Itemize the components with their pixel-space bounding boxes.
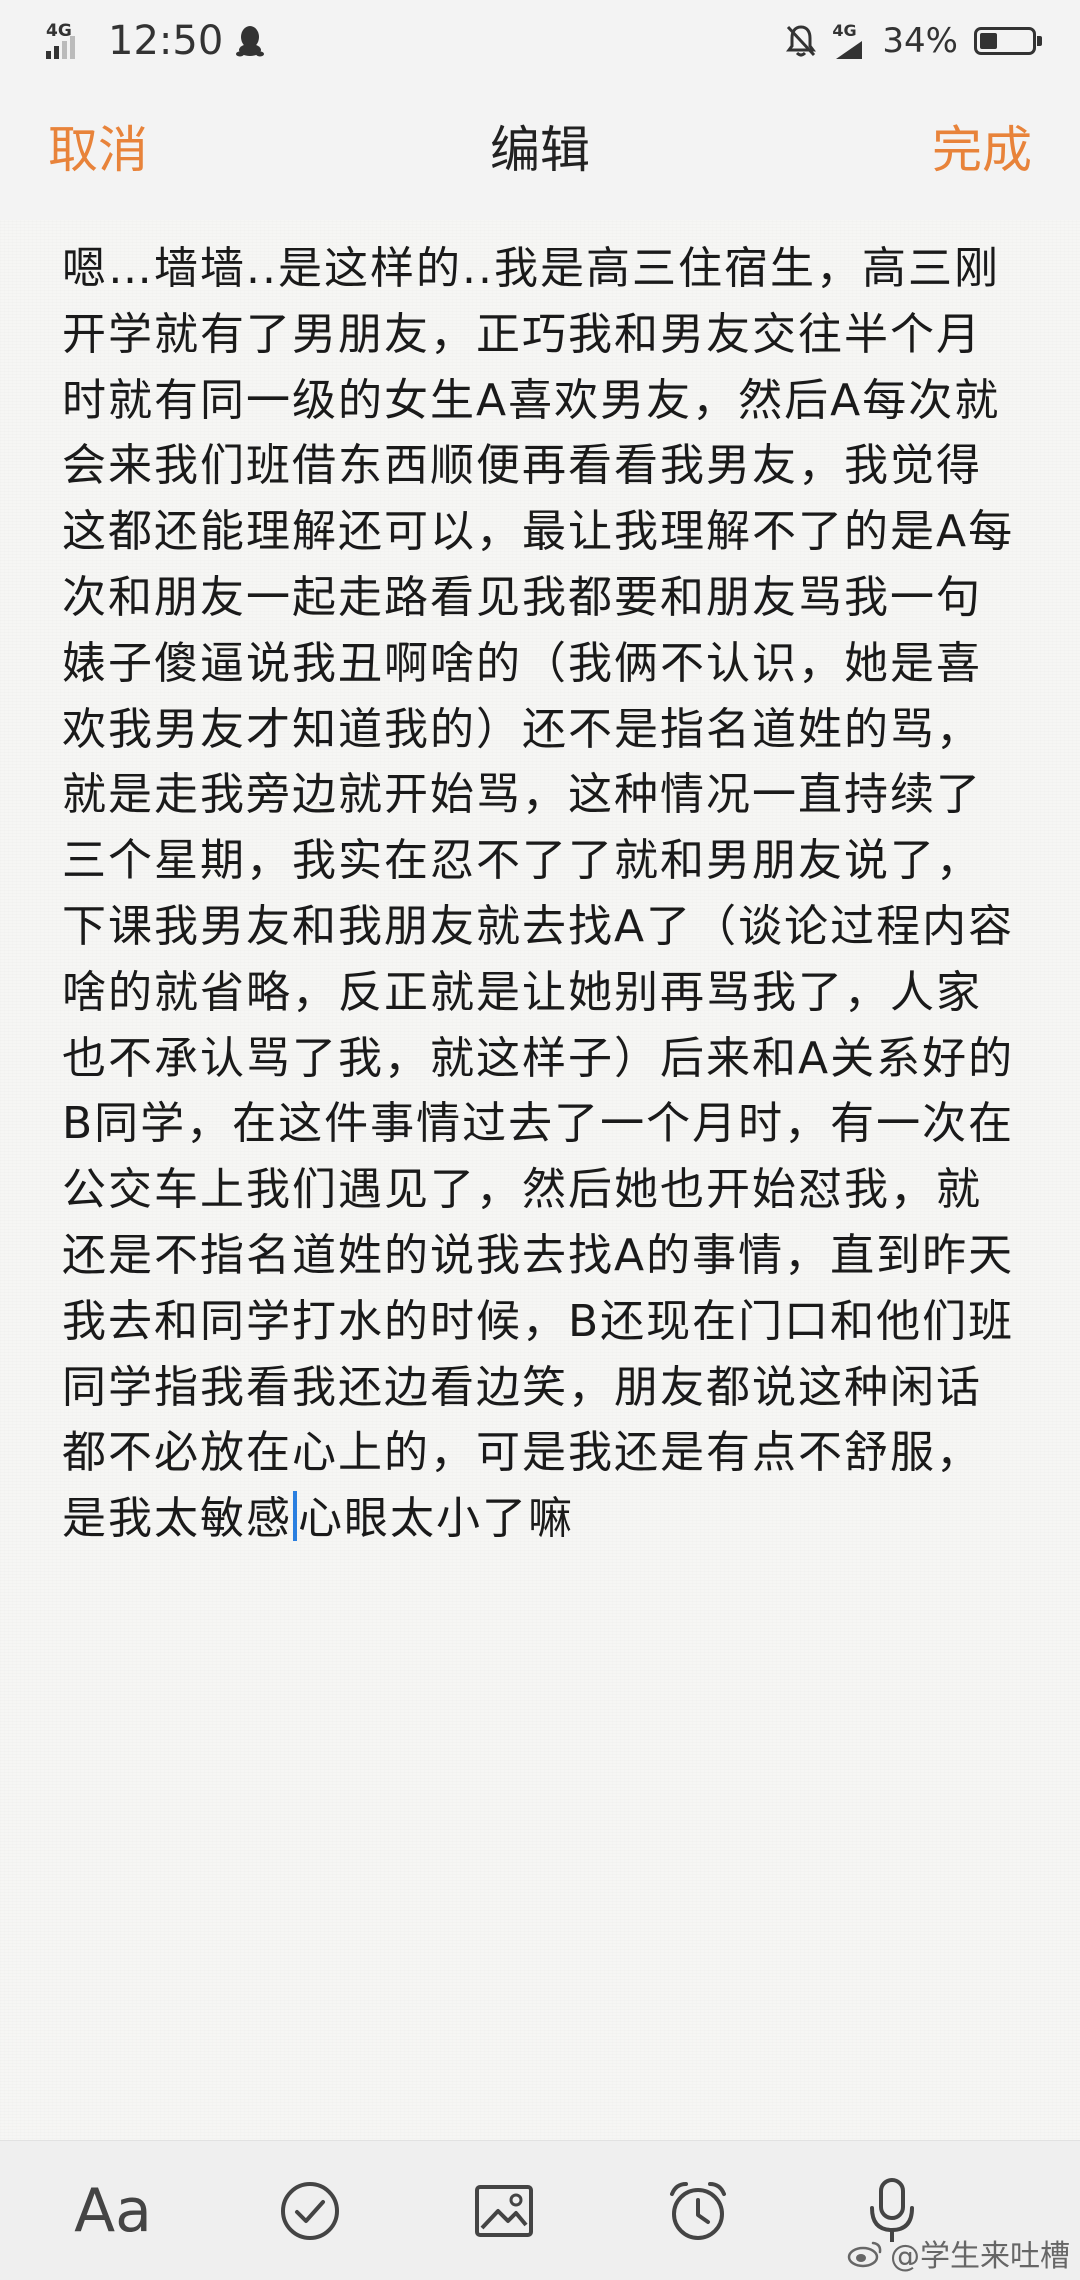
format-text-icon[interactable]: Aa xyxy=(73,2171,153,2251)
signal-icon xyxy=(836,41,863,59)
note-text-after-cursor: 心眼太小了嘛 xyxy=(298,1493,574,1545)
network-type-label: 4G xyxy=(832,21,857,40)
weibo-logo-icon xyxy=(847,2241,882,2268)
done-button[interactable]: 完成 xyxy=(932,120,1032,180)
note-text-before-cursor: 嗯…墙墙..是这样的..我是高三住宿生，高三刚开学就有了男朋友，正巧我和男友交往… xyxy=(62,243,1015,1545)
signal-bar xyxy=(54,46,59,59)
image-icon[interactable] xyxy=(464,2171,544,2251)
battery-icon xyxy=(974,27,1042,55)
signal-bar xyxy=(62,41,67,59)
text-cursor xyxy=(293,1491,297,1542)
status-right: 4G 34% xyxy=(784,14,1042,68)
mute-bell-icon xyxy=(786,25,817,57)
checklist-icon[interactable] xyxy=(270,2171,350,2251)
weibo-watermark: @学生来吐槽 xyxy=(846,2231,1070,2275)
format-text-label: Aa xyxy=(74,2176,152,2246)
status-bar: 4G 12:50 4G 34% xyxy=(0,0,1080,80)
battery-percentage: 34% xyxy=(882,21,958,61)
qq-notification-icon xyxy=(236,26,265,57)
note-text-editor[interactable]: 嗯…墙墙..是这样的..我是高三住宿生，高三刚开学就有了男朋友，正巧我和男友交往… xyxy=(62,236,1022,1552)
signal-bar xyxy=(70,36,75,59)
battery-fill xyxy=(980,33,997,49)
signal-icon: 4G xyxy=(44,19,94,63)
page-title: 编辑 xyxy=(490,121,590,179)
clock-time: 12:50 xyxy=(108,18,224,64)
bottom-toolbar: Aa @学生来吐槽 xyxy=(0,2140,1080,2280)
network-icon: 4G xyxy=(830,21,868,61)
nav-bar: 取消 编辑 完成 xyxy=(0,80,1080,220)
status-left: 4G 12:50 xyxy=(44,14,265,68)
alarm-icon[interactable] xyxy=(658,2171,738,2251)
note-edit-screen: 4G 12:50 4G 34% 取消 编辑 完成 嗯…墙墙..是这样的..我是高… xyxy=(0,0,1080,2280)
network-type-label: 4G xyxy=(46,21,72,41)
watermark-text: @学生来吐槽 xyxy=(890,2239,1070,2274)
signal-bar xyxy=(46,51,51,59)
